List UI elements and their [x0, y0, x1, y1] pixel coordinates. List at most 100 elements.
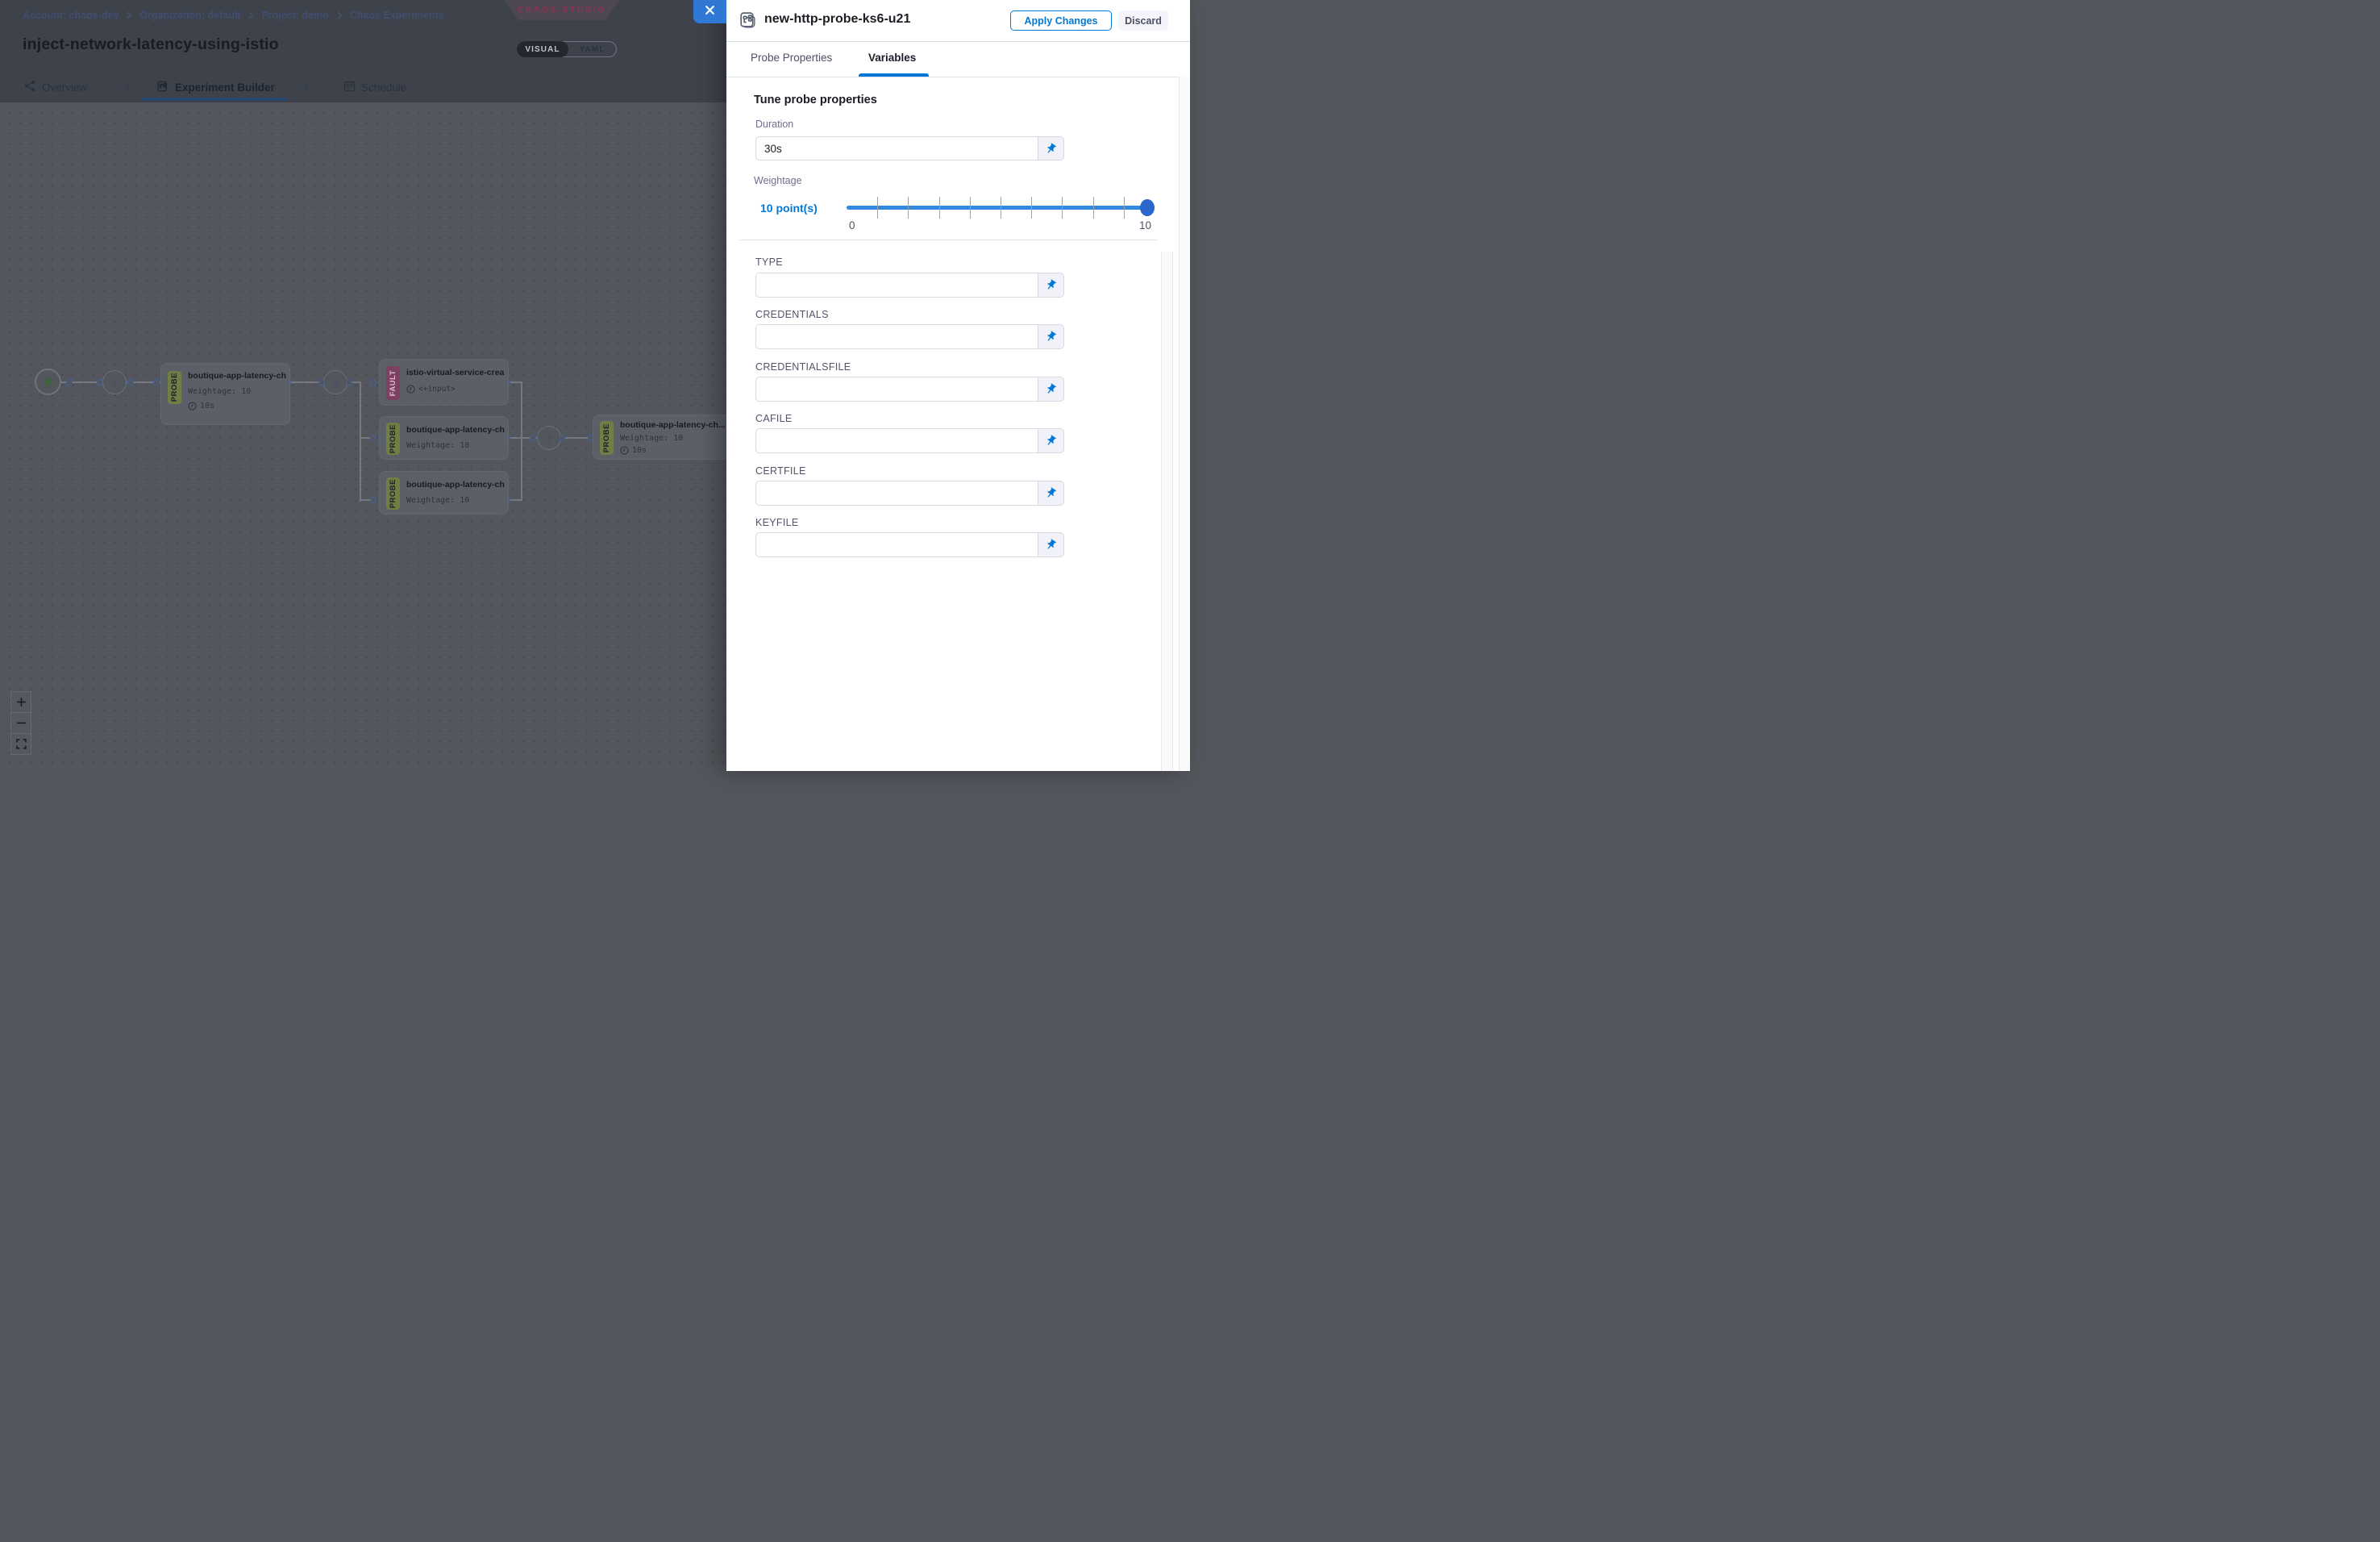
pin-button[interactable] — [1038, 273, 1064, 298]
node-weightage: Weightage: 10 — [620, 434, 683, 443]
play-icon — [45, 377, 54, 388]
breadcrumb-chaos-experiments[interactable]: Chaos Experiments — [350, 10, 444, 21]
weightage-label: Weightage — [754, 175, 802, 186]
add-node-button[interactable] — [102, 370, 127, 394]
tab-variables[interactable]: Variables — [868, 52, 916, 64]
probe-badge: PROBE — [168, 371, 181, 404]
slider-tick — [1124, 197, 1125, 219]
toggle-yaml[interactable]: YAML — [568, 42, 616, 56]
port — [66, 379, 73, 386]
chaos-studio-banner: CHAOS STUDIO — [505, 0, 619, 20]
port — [370, 379, 377, 386]
chevron-right-icon — [248, 11, 254, 19]
node-weightage: Weightage: 10 — [406, 496, 469, 505]
probe-node-card[interactable]: PROBE boutique-app-latency-ch... Weighta… — [160, 363, 290, 425]
node-title: boutique-app-latency-ch... — [188, 371, 286, 381]
drawer-scrollbar[interactable] — [1179, 77, 1190, 771]
drawer-title: new-http-probe-ks6-u21 — [764, 12, 910, 27]
breadcrumb-project[interactable]: Project: demo — [261, 10, 328, 21]
probe-icon — [738, 10, 758, 35]
port — [559, 435, 565, 441]
active-tab-underline — [142, 98, 287, 101]
weightage-value: 10 point(s) — [760, 202, 818, 215]
zoom-in-button[interactable] — [10, 691, 31, 713]
edge — [360, 381, 361, 502]
zoom-out-button[interactable] — [10, 712, 31, 734]
breadcrumb: Account: chaos-dev Organization: default… — [23, 10, 444, 21]
chevron-right-icon — [126, 11, 132, 19]
tab-overview[interactable]: Overview — [24, 80, 87, 94]
pin-button[interactable] — [1038, 136, 1064, 160]
tab-schedule[interactable]: Schedule — [343, 80, 406, 94]
fault-node-card[interactable]: FAULT istio-virtual-service-crea... <+in… — [379, 359, 509, 406]
close-drawer-button[interactable] — [693, 0, 726, 23]
probe-node-card[interactable]: PROBE boutique-app-latency-ch... Weighta… — [379, 471, 509, 515]
port — [370, 435, 377, 441]
node-title: boutique-app-latency-ch... — [406, 425, 505, 435]
probe-badge: PROBE — [600, 421, 614, 455]
cafile-input[interactable] — [755, 428, 1038, 453]
variable-field-cafile — [755, 428, 1064, 453]
calendar-icon — [343, 80, 356, 94]
breadcrumb-account[interactable]: Account: chaos-dev — [23, 10, 119, 21]
pin-button[interactable] — [1038, 428, 1064, 453]
credentialsfile-input[interactable] — [755, 377, 1038, 402]
fullscreen-button[interactable] — [10, 733, 31, 755]
close-icon — [705, 5, 715, 19]
variable-label-type: TYPE — [755, 256, 783, 268]
tab-experiment-builder[interactable]: Experiment Builder — [156, 80, 275, 95]
edge — [521, 381, 522, 501]
start-play-button[interactable] — [35, 369, 61, 395]
type-input[interactable] — [755, 273, 1038, 298]
clock-icon — [188, 402, 197, 411]
pin-button[interactable] — [1038, 377, 1064, 402]
slider-handle[interactable] — [1140, 199, 1155, 216]
pin-button[interactable] — [1038, 481, 1064, 506]
duration-label: Duration — [755, 119, 793, 130]
port — [127, 379, 134, 386]
keyfile-input[interactable] — [755, 532, 1038, 557]
tab-probe-properties[interactable]: Probe Properties — [751, 52, 832, 64]
slider-tick — [908, 197, 909, 219]
weightage-slider[interactable] — [847, 206, 1155, 210]
chevron-right-icon — [336, 11, 343, 19]
discard-button[interactable]: Discard — [1118, 10, 1168, 31]
canvas-zoom-controls — [10, 692, 31, 755]
variable-label-credentials: CREDENTIALS — [755, 309, 829, 320]
variable-field-credentials — [755, 324, 1064, 349]
active-tab-underline — [859, 73, 929, 77]
clock-icon — [620, 446, 629, 455]
port — [153, 379, 160, 386]
toggle-visual[interactable]: VISUAL — [517, 41, 568, 57]
certfile-input[interactable] — [755, 481, 1038, 506]
slider-min-label: 0 — [849, 219, 855, 231]
tab-experiment-builder-label: Experiment Builder — [175, 81, 275, 94]
duration-input[interactable] — [755, 136, 1038, 160]
add-node-button[interactable] — [537, 426, 561, 450]
drawer-tabs: Probe Properties Variables — [726, 41, 1190, 77]
variable-field-certfile — [755, 481, 1064, 506]
variable-label-keyfile: KEYFILE — [755, 517, 799, 528]
tab-overview-label: Overview — [42, 81, 87, 94]
chevron-right-icon — [302, 80, 310, 97]
slider-tick — [1031, 197, 1032, 219]
probe-node-card[interactable]: PROBE boutique-app-latency-ch... Weighta… — [593, 415, 730, 460]
port — [97, 379, 103, 386]
port — [370, 497, 377, 503]
pin-button[interactable] — [1038, 532, 1064, 557]
fault-badge: FAULT — [386, 366, 400, 400]
variable-label-cafile: CAFILE — [755, 413, 793, 424]
variables-scrollbar[interactable] — [1161, 252, 1173, 771]
apply-changes-button[interactable]: Apply Changes — [1010, 10, 1112, 31]
slider-tick — [1093, 197, 1094, 219]
node-title: boutique-app-latency-ch... — [406, 480, 505, 490]
node-weightage: Weightage: 10 — [406, 441, 469, 450]
node-duration: 10s — [188, 402, 214, 411]
pin-button[interactable] — [1038, 324, 1064, 349]
add-node-button[interactable] — [323, 370, 347, 394]
probe-node-card[interactable]: PROBE boutique-app-latency-ch... Weighta… — [379, 416, 509, 460]
breadcrumb-organization[interactable]: Organization: default — [139, 10, 240, 21]
credentials-input[interactable] — [755, 324, 1038, 349]
node-duration: 10s — [620, 446, 647, 455]
visual-yaml-toggle[interactable]: VISUAL YAML — [517, 41, 617, 57]
